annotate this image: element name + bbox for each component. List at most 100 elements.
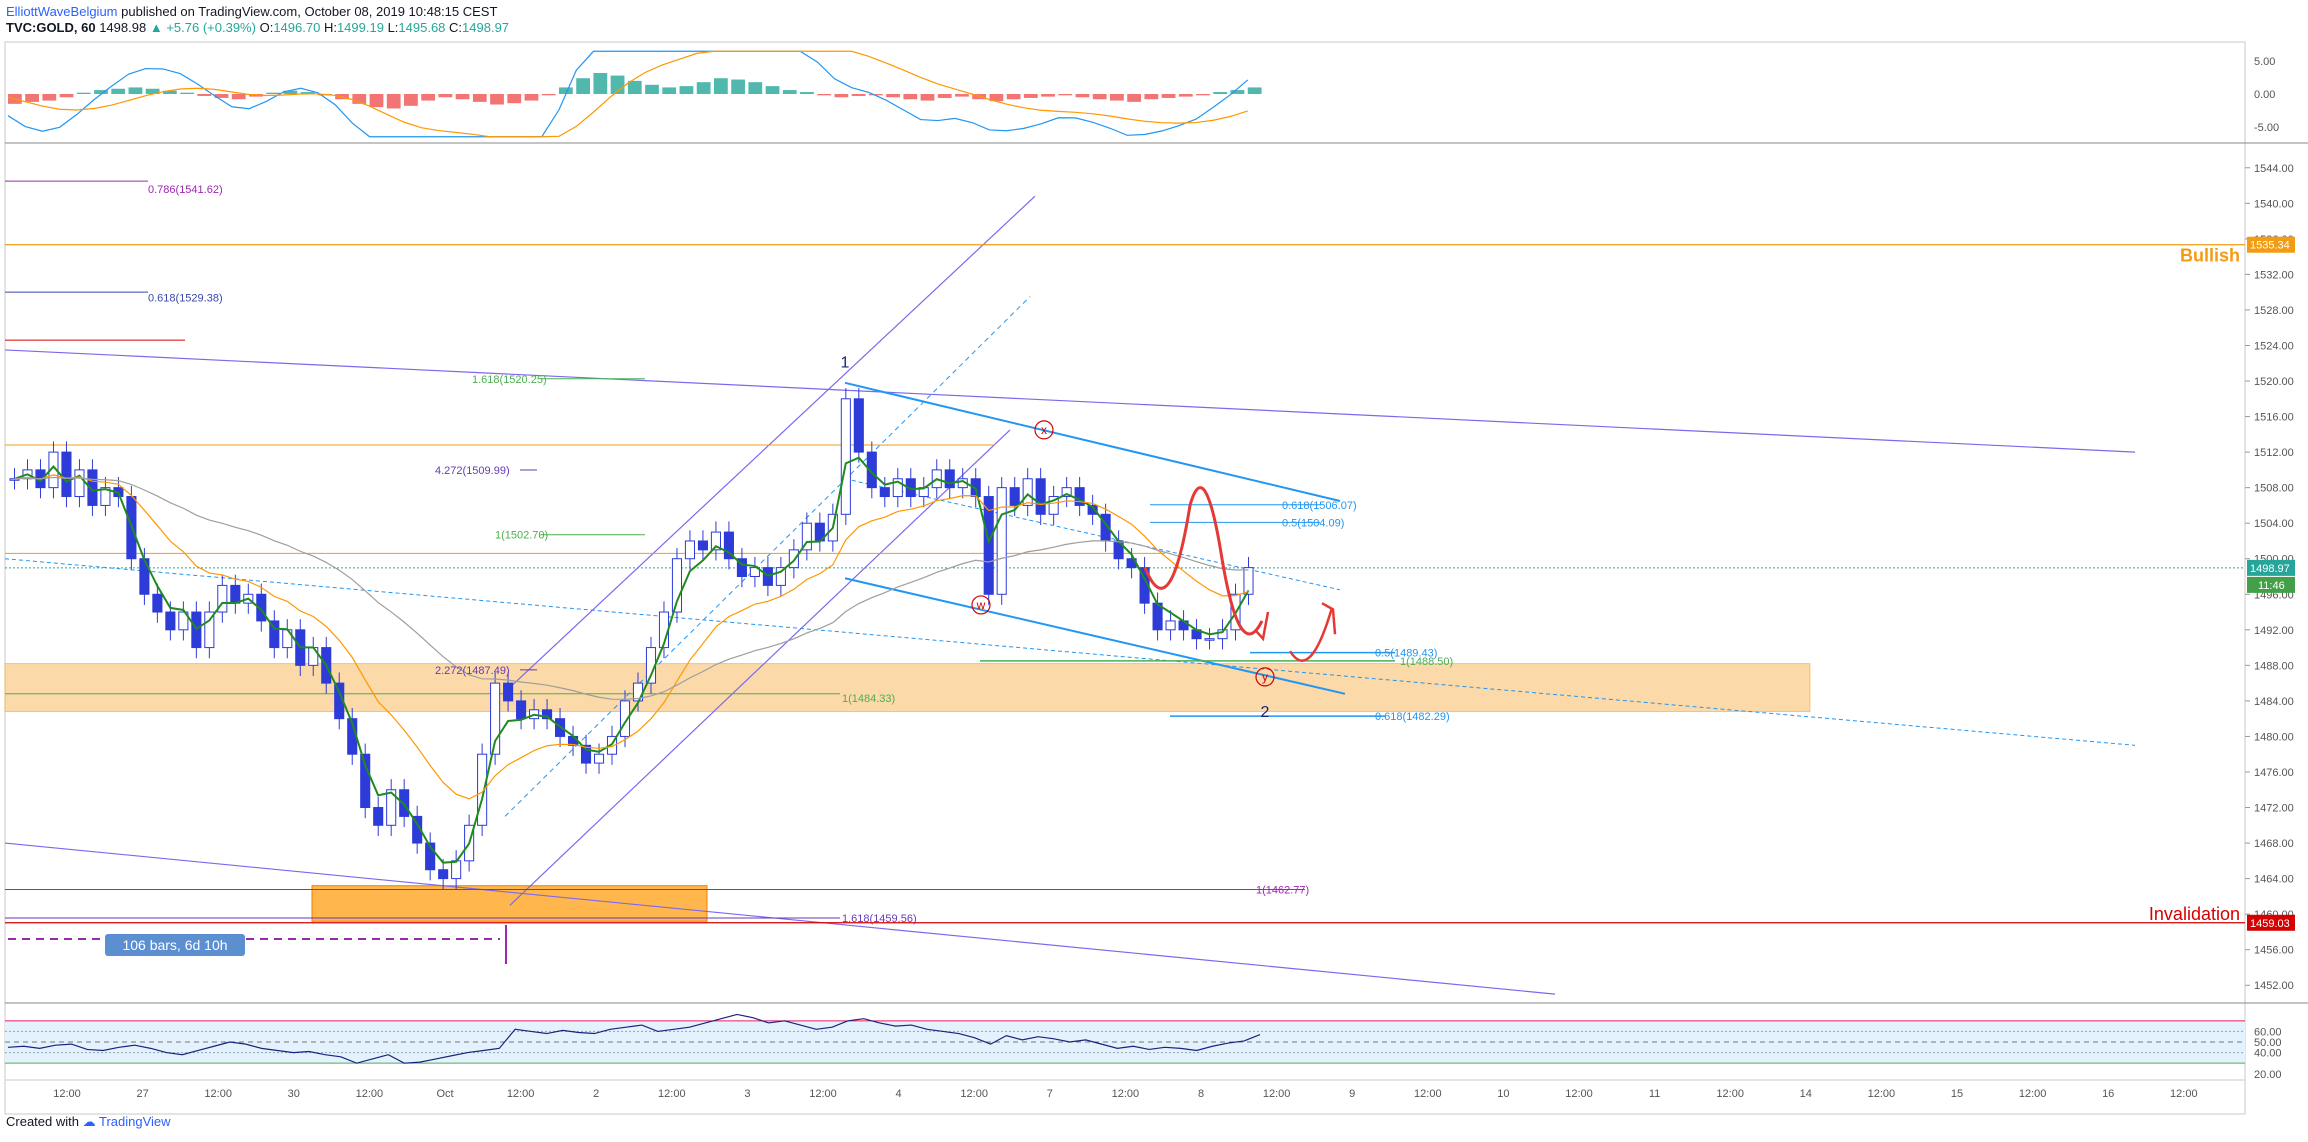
time-tick-label: 8 — [1198, 1088, 1204, 1100]
rsi-panel — [5, 1013, 2245, 1064]
price-tick-label: 1532.00 — [2254, 269, 2294, 281]
support-zone — [4, 663, 1811, 713]
price-badge-label: 1535.34 — [2250, 240, 2290, 252]
candle-body — [61, 451, 72, 498]
fib-label: 1(1462.77) — [1256, 885, 1309, 897]
macd-bar — [696, 82, 711, 94]
time-tick-label: 9 — [1349, 1088, 1355, 1100]
price-tick-label: 1492.00 — [2254, 625, 2294, 637]
candle-body — [477, 753, 488, 826]
price-tick-label: 1468.00 — [2254, 838, 2294, 850]
macd-bar — [76, 92, 91, 94]
chart-canvas[interactable]: 0.786(1541.62) 0.618(1529.38) 1.618(1520.2… — [0, 0, 2308, 1142]
low-zone — [311, 885, 708, 922]
candle-body — [1035, 478, 1046, 515]
macd-bar — [197, 94, 212, 96]
candle-body — [399, 789, 410, 817]
price-tick-label: 1528.00 — [2254, 305, 2294, 317]
time-tick-label: 12:00 — [2019, 1088, 2047, 1100]
macd-panel — [7, 50, 1262, 138]
macd-bar — [1041, 94, 1055, 97]
time-tick-label: 12:00 — [1112, 1088, 1140, 1100]
macd-bar — [1058, 94, 1073, 96]
price-tick-label: 1520.00 — [2254, 376, 2294, 388]
fib-label: 1(1488.50) — [1400, 656, 1453, 668]
tradingview-logo-icon[interactable]: ☁ — [83, 1114, 96, 1129]
fib-label: 0.786(1541.62) — [148, 184, 223, 196]
macd-bar — [59, 94, 74, 98]
macd-bar — [524, 94, 539, 101]
candle-body — [840, 398, 851, 515]
candle-body — [944, 469, 955, 489]
candle-body — [684, 540, 695, 560]
price-tick-label: 1488.00 — [2254, 660, 2294, 672]
macd-bar — [903, 94, 918, 100]
price-tick-label: 1472.00 — [2254, 803, 2294, 815]
macd-bar — [886, 94, 900, 98]
candle-body — [230, 584, 241, 604]
time-tick-label: Oct — [436, 1088, 453, 1100]
candle-body — [438, 869, 449, 880]
time-tick-label: 3 — [744, 1088, 750, 1100]
candle-body — [1243, 567, 1254, 595]
candle-body — [1022, 478, 1033, 506]
time-tick-label: 12:00 — [658, 1088, 686, 1100]
last-price-label: 1498.97 — [2250, 563, 2290, 575]
macd-bar — [920, 94, 935, 101]
time-tick-label: 12:00 — [1414, 1088, 1442, 1100]
time-tick-label: 12:00 — [204, 1088, 232, 1100]
fib-label: 1(1484.33) — [842, 693, 895, 705]
time-tick-label: 12:00 — [2170, 1088, 2198, 1100]
candle-body — [1074, 487, 1085, 506]
time-tick-label: 14 — [1800, 1088, 1812, 1100]
fib-label: 0.618(1506.07) — [1282, 500, 1357, 512]
price-tick-label: 1540.00 — [2254, 198, 2294, 210]
candle-body — [451, 860, 462, 880]
fib-label: 4.272(1509.99) — [435, 465, 510, 477]
macd-bar — [438, 94, 453, 98]
macd-bar — [180, 92, 194, 94]
macd-bar — [1127, 94, 1142, 102]
macd-bar — [782, 90, 797, 94]
time-tick-label: 12:00 — [1868, 1088, 1896, 1100]
candle-body — [503, 682, 514, 702]
price-tick-label: 1480.00 — [2254, 731, 2294, 743]
candle-body — [879, 487, 890, 498]
fib-label: 1.618(1520.25) — [472, 374, 547, 386]
wave-2-label: 2 — [1261, 704, 1270, 721]
candle-body — [1009, 487, 1020, 506]
time-tick-label: 12:00 — [1565, 1088, 1593, 1100]
macd-bar — [679, 86, 694, 94]
price-tick-label: 1508.00 — [2254, 483, 2294, 495]
candle-body — [139, 558, 150, 595]
macd-tick-label: 0.00 — [2254, 89, 2275, 101]
axes: 1544.001540.001536.001532.001528.001524.… — [53, 56, 2295, 1100]
wave-y-label: y — [1262, 670, 1268, 684]
fib-label: 1(1502.70) — [495, 530, 548, 542]
price-tick-label: 1476.00 — [2254, 767, 2294, 779]
macd-bar — [817, 94, 832, 96]
macd-bar — [1075, 94, 1090, 98]
macd-bar — [490, 94, 504, 105]
tradingview-brand[interactable]: TradingView — [99, 1114, 171, 1129]
macd-bar — [42, 94, 57, 101]
fib-label: 1.618(1459.56) — [842, 913, 917, 925]
channel-upper — [504, 195, 1036, 693]
time-tick-label: 10 — [1497, 1088, 1509, 1100]
price-tick-label: 1512.00 — [2254, 447, 2294, 459]
price-panel: 0.786(1541.62) 0.618(1529.38) 1.618(1520.2… — [4, 180, 2245, 995]
time-tick-label: 11 — [1649, 1088, 1660, 1100]
macd-bar — [1247, 87, 1262, 94]
macd-bar — [834, 94, 849, 98]
macd-bar — [421, 94, 436, 101]
macd-bar — [731, 79, 745, 94]
time-tick-label: 15 — [1951, 1088, 1963, 1100]
macd-bar — [386, 94, 401, 109]
wave-1-label: 1 — [841, 355, 850, 372]
macd-bar — [1196, 94, 1210, 96]
macd-bar — [455, 94, 470, 100]
price-tick-label: 1544.00 — [2254, 163, 2294, 175]
time-tick-label: 12:00 — [356, 1088, 384, 1100]
macd-bar — [627, 80, 642, 94]
price-tick-label: 1484.00 — [2254, 696, 2294, 708]
